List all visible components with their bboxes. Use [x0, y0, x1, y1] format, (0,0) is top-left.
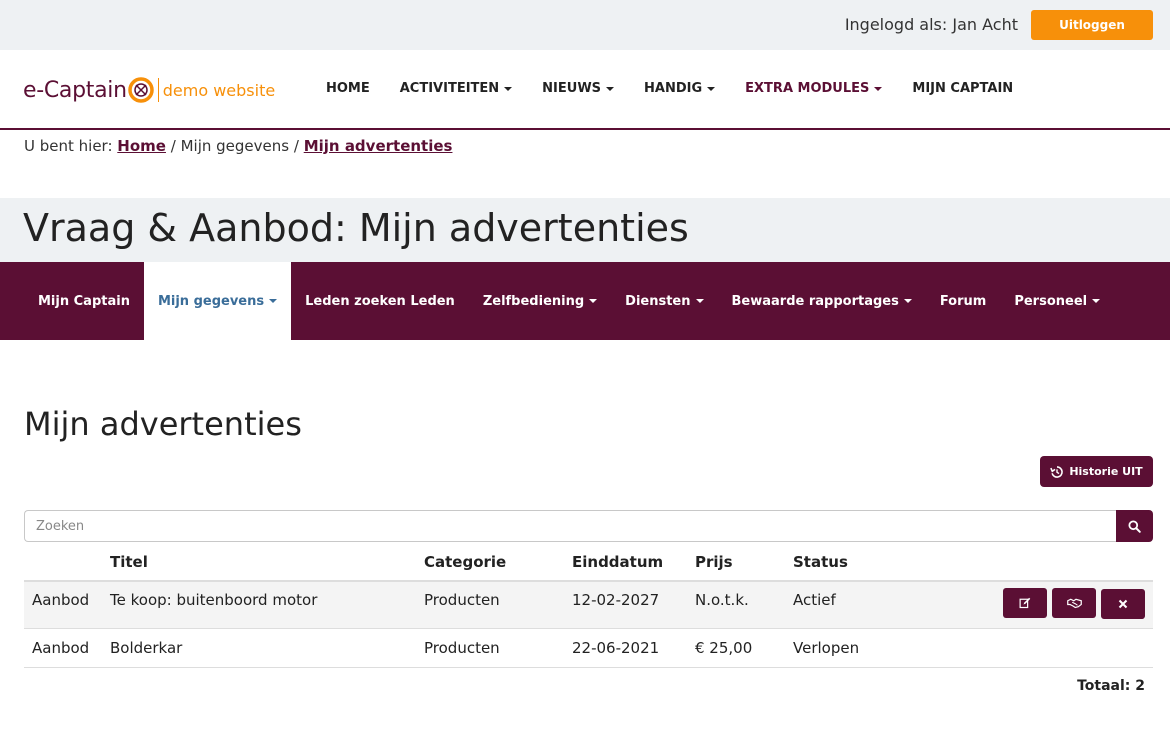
historie-label: Historie UIT: [1069, 465, 1143, 478]
cell-type: Aanbod: [24, 628, 110, 668]
column-header-actions: [973, 543, 1153, 582]
logout-button[interactable]: Uitloggen: [1031, 10, 1153, 40]
site-header: e-Captain demo website HOME ACTIVITEITEN…: [0, 50, 1170, 130]
caret-down-icon: [269, 299, 278, 303]
main-nav-label: MIJN CAPTAIN: [912, 81, 1014, 96]
cell-price: € 25,00: [695, 628, 793, 668]
search-bar: [24, 510, 1153, 542]
caret-down-icon: [695, 299, 704, 303]
caret-down-icon: [606, 86, 615, 91]
sub-nav-label: Zelfbediening: [482, 293, 585, 309]
main-nav-mijn-captain[interactable]: MIJN CAPTAIN: [912, 81, 1013, 96]
sub-nav-diensten[interactable]: Diensten: [611, 262, 717, 340]
breadcrumb-separator: /: [293, 137, 299, 155]
top-bar: Ingelogd als: Jan Acht Uitloggen: [0, 0, 1170, 50]
handshake-button[interactable]: [1052, 588, 1096, 618]
advertisements-table: Titel Categorie Einddatum Prijs Status A…: [24, 543, 1153, 668]
site-logo[interactable]: e-Captain demo website: [23, 74, 275, 106]
sub-nav-label: Forum: [939, 293, 987, 309]
sub-nav-personeel[interactable]: Personeel: [1000, 262, 1114, 340]
caret-down-icon: [504, 86, 513, 91]
caret-down-icon: [903, 299, 912, 303]
column-header-status[interactable]: Status: [793, 543, 973, 582]
handshake-icon: [1066, 598, 1082, 609]
caret-down-icon: [874, 86, 883, 91]
main-nav-label: EXTRA MODULES: [745, 81, 870, 96]
breadcrumb-prefix: U bent hier:: [24, 137, 113, 155]
table-row: Aanbod Te koop: buitenboord motor Produc…: [24, 581, 1153, 629]
sub-nav-forum[interactable]: Forum: [926, 262, 1001, 340]
column-header-categorie[interactable]: Categorie: [424, 543, 572, 582]
main-nav-label: HOME: [326, 81, 370, 96]
sub-nav-mijn-gegevens[interactable]: Mijn gegevens: [143, 262, 292, 340]
edit-icon: [1019, 597, 1031, 609]
caret-down-icon: [589, 299, 598, 303]
search-input[interactable]: [24, 510, 1116, 542]
table-header-row: Titel Categorie Einddatum Prijs Status: [24, 543, 1153, 582]
cell-title: Bolderkar: [110, 628, 424, 668]
sub-nav-label: Mijn Captain: [38, 293, 130, 309]
cell-price: N.o.t.k.: [695, 581, 793, 629]
sub-nav-label: Mijn gegevens: [157, 293, 265, 309]
logo-sub-text: demo website: [162, 80, 276, 100]
column-header-titel[interactable]: Titel: [110, 543, 424, 582]
column-header-type: [24, 543, 110, 582]
edit-button[interactable]: [1003, 588, 1047, 618]
sub-nav-label: Leden zoeken Leden: [305, 293, 455, 309]
cell-end-date: 12-02-2027: [572, 581, 695, 629]
historie-toggle-button[interactable]: Historie UIT: [1040, 456, 1153, 487]
search-icon: [1128, 519, 1141, 533]
main-nav-handig[interactable]: HANDIG: [644, 81, 716, 96]
sub-nav-label: Personeel: [1014, 293, 1088, 309]
logo-mark-icon: [128, 77, 154, 103]
sub-nav-label: Bewaarde rapportages: [731, 293, 899, 309]
column-header-einddatum[interactable]: Einddatum: [572, 543, 695, 582]
history-icon: [1050, 465, 1064, 478]
sub-nav-zelfbediening[interactable]: Zelfbediening: [469, 262, 611, 340]
main-nav-label: NIEUWS: [542, 81, 602, 96]
table-row: Aanbod Bolderkar Producten 22-06-2021 € …: [24, 628, 1153, 668]
close-icon: [1118, 599, 1128, 609]
cell-title: Te koop: buitenboord motor: [110, 581, 424, 629]
breadcrumb-middle: Mijn gegevens: [180, 137, 290, 155]
main-nav: HOME ACTIVITEITEN NIEUWS HANDIG EXTRA MO…: [326, 81, 1043, 96]
main-nav-activiteiten[interactable]: ACTIVITEITEN: [399, 81, 513, 96]
page-title: Vraag & Aanbod: Mijn advertenties: [23, 206, 689, 250]
column-header-prijs[interactable]: Prijs: [695, 543, 793, 582]
section-title: Mijn advertenties: [24, 405, 302, 443]
sub-nav-mijn-captain[interactable]: Mijn Captain: [24, 262, 144, 340]
main-nav-nieuws[interactable]: NIEUWS: [542, 81, 615, 96]
breadcrumb-home-link[interactable]: Home: [117, 137, 166, 155]
sub-nav: Mijn Captain Mijn gegevens Leden zoeken …: [0, 262, 1170, 340]
main-nav-label: HANDIG: [644, 81, 703, 96]
logo-main-text: e-Captain: [23, 77, 127, 103]
cell-status: Verlopen: [793, 628, 973, 668]
caret-down-icon: [707, 86, 716, 91]
total-count: Totaal: 2: [1077, 678, 1145, 694]
cell-type: Aanbod: [24, 581, 110, 629]
main-nav-home[interactable]: HOME: [326, 81, 370, 96]
sub-nav-label: Diensten: [625, 293, 691, 309]
cell-status: Actief: [793, 581, 973, 629]
main-nav-extra-modules[interactable]: EXTRA MODULES: [745, 81, 883, 96]
logo-separator: [157, 78, 159, 102]
cell-end-date: 22-06-2021: [572, 628, 695, 668]
title-band: Vraag & Aanbod: Mijn advertenties: [0, 198, 1170, 262]
sub-nav-bewaarde-rapportages[interactable]: Bewaarde rapportages: [718, 262, 926, 340]
caret-down-icon: [1092, 299, 1101, 303]
main-nav-label: ACTIVITEITEN: [399, 81, 500, 96]
breadcrumb-separator: /: [170, 137, 176, 155]
cell-actions: [973, 581, 1153, 629]
breadcrumb-current-link[interactable]: Mijn advertenties: [304, 137, 453, 155]
cell-category: Producten: [424, 628, 572, 668]
breadcrumb: U bent hier: Home / Mijn gegevens / Mijn…: [24, 137, 452, 155]
cell-category: Producten: [424, 581, 572, 629]
cell-actions: [973, 628, 1153, 668]
delete-button[interactable]: [1101, 589, 1145, 619]
sub-nav-leden-zoeken-leden[interactable]: Leden zoeken Leden: [291, 262, 469, 340]
search-button[interactable]: [1116, 510, 1153, 542]
logged-in-text: Ingelogd als: Jan Acht: [844, 15, 1018, 34]
